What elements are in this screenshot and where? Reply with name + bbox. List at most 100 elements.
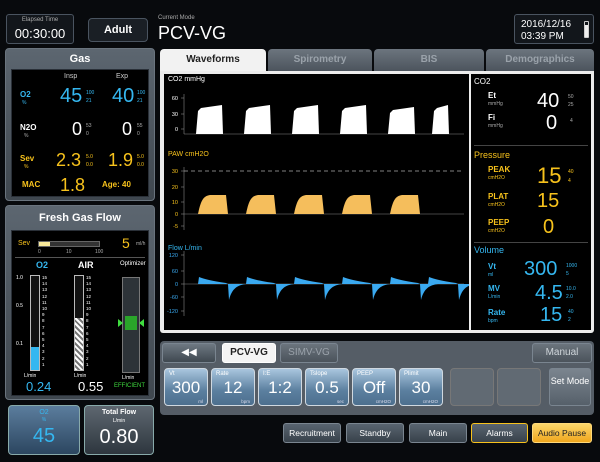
air-scale-tick: 9	[86, 312, 89, 318]
agent-bar[interactable]	[38, 241, 100, 247]
o2-exp-hi: 100	[137, 90, 146, 96]
tab-waveforms[interactable]: Waveforms	[160, 49, 266, 71]
o2-scale-tick: 6	[42, 330, 45, 336]
param-empty-slot	[450, 368, 494, 406]
o2-scale-tick: 7	[42, 324, 45, 330]
alarms-button[interactable]: Alarms	[471, 423, 528, 443]
param-peep-label: PEEP	[357, 371, 374, 377]
o2-flowmeter-fill	[31, 347, 39, 370]
agent-scale-min: 0	[38, 249, 41, 255]
air-flowmeter[interactable]	[74, 275, 84, 371]
o2-flow-label: O2	[36, 260, 49, 270]
param-rate-button[interactable]: Rate 12 bpm	[211, 368, 255, 406]
air-scale-tick: 13	[86, 287, 92, 293]
o2-flow-left-scale: 1.0 0.5 0.1	[16, 275, 28, 367]
n2o-unit: %	[24, 133, 29, 139]
agent-value: 5	[122, 235, 130, 251]
flow-tick: 60	[172, 269, 178, 275]
mode-pcv-vg-button[interactable]: PCV-VG	[222, 343, 276, 363]
gas-values: Insp Exp O2 % 45 100 21 40 100 21 N2O % …	[11, 69, 149, 197]
co2-waveform	[244, 105, 271, 134]
flow-tick: 0	[175, 282, 178, 288]
param-plimit-button[interactable]: Plimit 30 cmH2O	[399, 368, 443, 406]
o2-flow-value: 0.24	[26, 379, 52, 394]
standby-button[interactable]: Standby	[346, 423, 404, 443]
tab-demographics[interactable]: Demographics	[486, 49, 594, 71]
tab-bis[interactable]: BIS	[374, 49, 484, 71]
agent-label: Sev	[18, 240, 31, 247]
param-tslope-value: 0.5	[315, 378, 339, 397]
elapsed-time-box: Elapsed Time 00:30:00	[6, 14, 74, 44]
o2-scale-tick: 13	[42, 287, 48, 293]
o2-exp-lo: 21	[137, 98, 143, 104]
readout-divider	[474, 145, 588, 146]
date-time-box: 2016/12/16 03:39 PM	[514, 14, 594, 44]
manual-button[interactable]: Manual	[532, 343, 592, 363]
paw-tick: 0	[175, 212, 178, 218]
main-button[interactable]: Main	[409, 423, 467, 443]
fresh-gas-flow-panel: Fresh Gas Flow Sev 0 10 100 5 ml/h O2 AI…	[5, 205, 155, 400]
co2-waveform	[340, 105, 367, 134]
flow-insp-waveform	[390, 277, 420, 284]
co2-waveform	[196, 105, 223, 134]
param-peep-button[interactable]: PEEP Off cmH2O	[352, 368, 396, 406]
paw-waveform	[294, 195, 324, 214]
peep-label: PEEP	[488, 218, 510, 227]
set-mode-label: Set Mode	[550, 376, 590, 386]
o2-scale-tick: 14	[42, 281, 48, 287]
o2-unit: %	[22, 100, 27, 106]
flow-exp-waveform	[372, 284, 390, 300]
param-ie-button[interactable]: I:E 1:2	[258, 368, 302, 406]
date: 2016/12/16	[521, 19, 572, 30]
audio-pause-button[interactable]: Audio Pause	[532, 423, 592, 443]
optimizer-marker-icon	[118, 319, 123, 327]
peak-unit: cmH2O	[488, 175, 505, 181]
optimizer-lmin-label: L/min	[122, 375, 135, 381]
o2-scale-tick: 8	[42, 318, 45, 324]
air-scale-tick: 7	[86, 324, 89, 330]
sev-insp-lo: 0.0	[86, 162, 93, 168]
rate-lo: 2	[568, 317, 571, 323]
param-vt-value: 300	[171, 378, 201, 397]
param-ie-value: 1:2	[268, 378, 292, 397]
o2-scale-tick: 10	[42, 306, 48, 311]
air-scale-tick: 10	[86, 306, 92, 311]
o2-label: O2	[20, 90, 31, 99]
o2-scale-tick: 5	[42, 337, 45, 342]
o2-scale-tick: 9	[42, 312, 45, 318]
fi-value: 0	[546, 112, 558, 134]
mv-unit: L/min	[488, 294, 501, 300]
rate-label: Rate	[488, 308, 506, 317]
param-plimit-label: Plimit	[404, 371, 419, 377]
paw-tick: 10	[172, 200, 178, 206]
peep-unit: cmH2O	[488, 228, 505, 234]
param-peep-value: Off	[362, 378, 386, 397]
o2-scale-tick: 1	[42, 361, 45, 367]
optimizer-label: Optimizer	[120, 261, 146, 267]
param-tslope-button[interactable]: Tslope 0.5 sec	[305, 368, 349, 406]
tab-spirometry[interactable]: Spirometry	[268, 49, 372, 71]
agent-unit: ml/h	[136, 241, 146, 247]
peak-lo: 4	[568, 178, 571, 184]
recruitment-button[interactable]: Recruitment	[283, 423, 341, 443]
bl-o2-label: O2	[39, 409, 49, 416]
param-vt-button[interactable]: Vt 300 ml	[164, 368, 208, 406]
mode-simv-vg-button[interactable]: SIMV-VG	[280, 343, 338, 363]
patient-type-button[interactable]: Adult	[88, 18, 148, 42]
back-button[interactable]: ◀◀	[162, 343, 216, 363]
air-scale-tick: 4	[86, 343, 89, 349]
flow-insp-waveform	[198, 277, 228, 284]
flow-exp-waveform	[276, 284, 294, 300]
o2-percent-box[interactable]: O2 % 45	[8, 405, 80, 455]
volume-title: Volume	[474, 245, 505, 255]
insp-header: Insp	[64, 73, 78, 80]
o2-flowmeter[interactable]	[30, 275, 40, 371]
plat-value: 15	[537, 190, 560, 212]
param-peep-unit: cmH2O	[375, 399, 391, 404]
set-mode-button[interactable]: Set Mode	[549, 368, 591, 406]
sev-label: Sev	[20, 154, 35, 163]
total-flow-box[interactable]: Total Flow L/min 0.80	[84, 405, 154, 455]
sev-unit: %	[24, 164, 29, 170]
optimizer-gauge	[118, 277, 144, 373]
paw-waveform	[390, 195, 420, 214]
